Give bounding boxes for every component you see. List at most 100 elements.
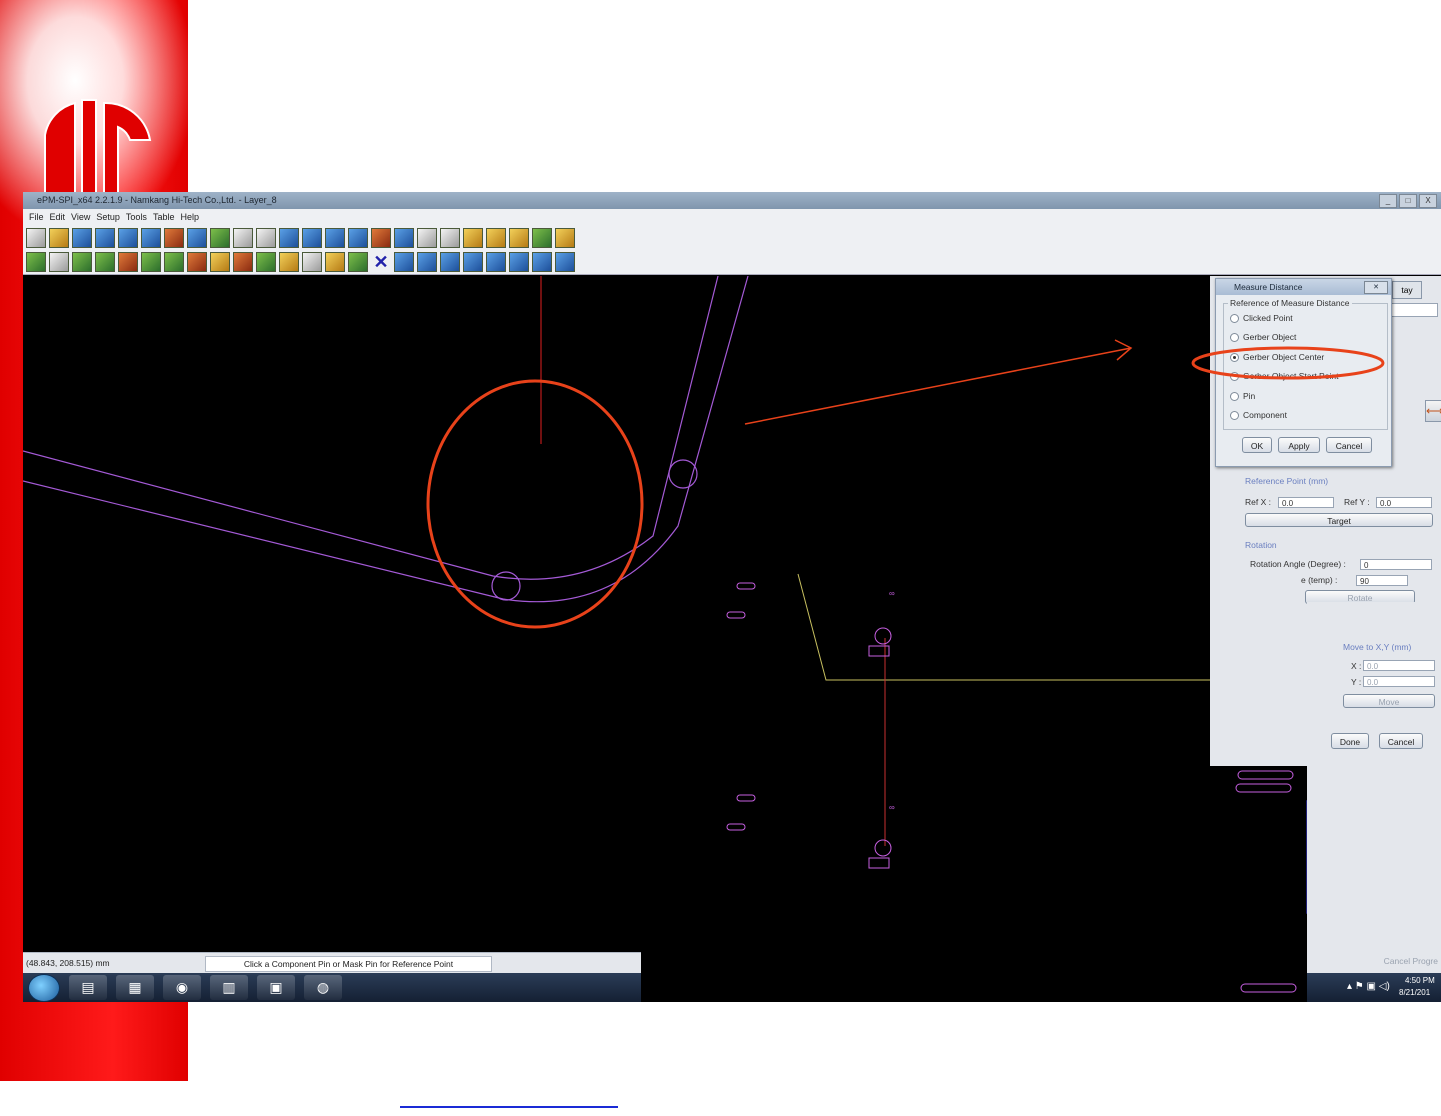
print-icon[interactable] bbox=[164, 227, 184, 248]
measure-tool-icon[interactable]: ⟷ bbox=[1425, 400, 1441, 422]
component-icon[interactable] bbox=[118, 252, 138, 272]
draw-icon[interactable] bbox=[26, 252, 46, 272]
dialog-title-bar: Measure Distance ✕ bbox=[1216, 279, 1391, 295]
export-board-icon[interactable] bbox=[555, 252, 575, 272]
paste-icon[interactable] bbox=[417, 252, 437, 272]
zoom-fit-icon[interactable] bbox=[325, 227, 345, 248]
calculator-icon[interactable]: ▥ bbox=[210, 975, 248, 1000]
dialog-cancel-button[interactable]: Cancel bbox=[1326, 437, 1372, 453]
area-icon[interactable] bbox=[486, 252, 506, 272]
move-x-label: X : bbox=[1351, 661, 1362, 671]
offset-icon[interactable] bbox=[233, 252, 253, 272]
dialog-title: Measure Distance bbox=[1234, 282, 1303, 292]
report-icon[interactable] bbox=[463, 227, 483, 248]
fiducial-icon[interactable] bbox=[210, 252, 230, 272]
panel-tab[interactable]: tay bbox=[1392, 281, 1422, 299]
menu-file[interactable]: File bbox=[29, 209, 44, 225]
window-controls: _ □ X bbox=[1379, 194, 1437, 208]
ungroup-icon[interactable] bbox=[463, 252, 483, 272]
cut-icon[interactable] bbox=[49, 252, 69, 272]
table-icon[interactable] bbox=[394, 227, 414, 248]
ok-button[interactable]: OK bbox=[1242, 437, 1272, 453]
done-button[interactable]: Done bbox=[1331, 733, 1369, 749]
mask-icon[interactable] bbox=[95, 252, 115, 272]
menu-edit[interactable]: Edit bbox=[50, 209, 66, 225]
target-button[interactable]: Target bbox=[1245, 513, 1433, 527]
apply-button[interactable]: Apply bbox=[1278, 437, 1320, 453]
hyperlink-underline[interactable] bbox=[400, 1106, 618, 1108]
radio-icon bbox=[1230, 332, 1239, 342]
gear-icon[interactable] bbox=[325, 252, 345, 272]
measure-icon[interactable] bbox=[509, 227, 529, 248]
zoom-window-icon[interactable] bbox=[348, 227, 368, 248]
align-icon[interactable] bbox=[141, 252, 161, 272]
library-icon[interactable] bbox=[555, 227, 575, 248]
window-title: ePM-SPI_x64 2.2.1.9 - Namkang Hi-Tech Co… bbox=[37, 195, 277, 205]
toolbar-main bbox=[23, 225, 1441, 250]
target-icon[interactable] bbox=[302, 252, 322, 272]
control-panel-icon[interactable]: ▦ bbox=[116, 975, 154, 1000]
import-icon[interactable] bbox=[95, 227, 115, 248]
open-folder-icon[interactable] bbox=[49, 227, 69, 248]
radio-pin[interactable]: Pin bbox=[1230, 388, 1255, 404]
media-player-icon[interactable]: ◍ bbox=[304, 975, 342, 1000]
move-y-field[interactable]: 0.0 bbox=[1363, 676, 1435, 687]
close-button[interactable]: X bbox=[1419, 194, 1437, 208]
copy-icon[interactable] bbox=[394, 252, 414, 272]
search-icon[interactable] bbox=[440, 227, 460, 248]
cancel-button[interactable]: Cancel bbox=[1379, 733, 1423, 749]
menu-bar: File Edit View Setup Tools Table Help bbox=[23, 209, 1441, 225]
zoom-out-icon[interactable] bbox=[302, 227, 322, 248]
settings-icon[interactable] bbox=[486, 227, 506, 248]
menu-help[interactable]: Help bbox=[180, 209, 199, 225]
merge-icon[interactable] bbox=[348, 252, 368, 272]
rotation-temp-select[interactable]: 90 bbox=[1356, 575, 1408, 586]
move-button[interactable]: Move bbox=[1343, 694, 1435, 708]
layer-icon[interactable] bbox=[187, 227, 207, 248]
start-button[interactable] bbox=[28, 973, 60, 1002]
properties-panel-lower: Move to X,Y (mm) X : 0.0 Y : 0.0 Move Do… bbox=[1307, 602, 1441, 1002]
network-icon[interactable]: ▣ bbox=[257, 975, 295, 1000]
map-icon[interactable] bbox=[509, 252, 529, 272]
maximize-button[interactable]: □ bbox=[1399, 194, 1417, 208]
rotate-icon[interactable] bbox=[187, 252, 207, 272]
image-icon[interactable] bbox=[141, 227, 161, 248]
redo-icon[interactable] bbox=[256, 227, 276, 248]
ref-x-field[interactable]: 0.0 bbox=[1278, 497, 1334, 508]
menu-setup[interactable]: Setup bbox=[96, 209, 120, 225]
move-x-field[interactable]: 0.0 bbox=[1363, 660, 1435, 671]
zoom-in-icon[interactable] bbox=[279, 227, 299, 248]
chart-icon[interactable] bbox=[371, 227, 391, 248]
cancel-progress-button[interactable]: Cancel Progre bbox=[1384, 956, 1438, 966]
rotation-angle-field[interactable]: 0 bbox=[1360, 559, 1432, 570]
radio-component[interactable]: Component bbox=[1230, 407, 1287, 423]
inspect-icon[interactable] bbox=[417, 227, 437, 248]
new-file-icon[interactable] bbox=[26, 227, 46, 248]
radio-icon bbox=[1230, 391, 1239, 401]
title-bar: ePM-SPI_x64 2.2.1.9 - Namkang Hi-Tech Co… bbox=[23, 192, 1441, 209]
file-explorer-icon[interactable]: ▤ bbox=[69, 975, 107, 1000]
board-icon[interactable] bbox=[532, 227, 552, 248]
group-icon[interactable] bbox=[440, 252, 460, 272]
export-icon[interactable] bbox=[118, 227, 138, 248]
epm-app-icon[interactable]: ◉ bbox=[163, 975, 201, 1000]
menu-tools[interactable]: Tools bbox=[126, 209, 147, 225]
mirror-icon[interactable] bbox=[279, 252, 299, 272]
status-hint: Click a Component Pin or Mask Pin for Re… bbox=[205, 956, 492, 972]
dialog-close-icon[interactable]: ✕ bbox=[1364, 281, 1388, 294]
minimize-button[interactable]: _ bbox=[1379, 194, 1397, 208]
array-icon[interactable] bbox=[164, 252, 184, 272]
radio-clicked-point[interactable]: Clicked Point bbox=[1230, 310, 1293, 326]
save-icon[interactable] bbox=[72, 227, 92, 248]
panel-icon[interactable] bbox=[256, 252, 276, 272]
ref-y-field[interactable]: 0.0 bbox=[1376, 497, 1432, 508]
ref-x-label: Ref X : bbox=[1245, 497, 1271, 507]
menu-view[interactable]: View bbox=[71, 209, 90, 225]
grid-icon[interactable] bbox=[210, 227, 230, 248]
menu-table[interactable]: Table bbox=[153, 209, 175, 225]
undo-icon[interactable] bbox=[233, 227, 253, 248]
pad-icon[interactable] bbox=[72, 252, 92, 272]
list-icon[interactable] bbox=[532, 252, 552, 272]
tray-icons[interactable]: ▴ ⚑ ▣ ◁) bbox=[1347, 981, 1390, 992]
delete-x-icon[interactable]: ✕ bbox=[371, 252, 391, 272]
